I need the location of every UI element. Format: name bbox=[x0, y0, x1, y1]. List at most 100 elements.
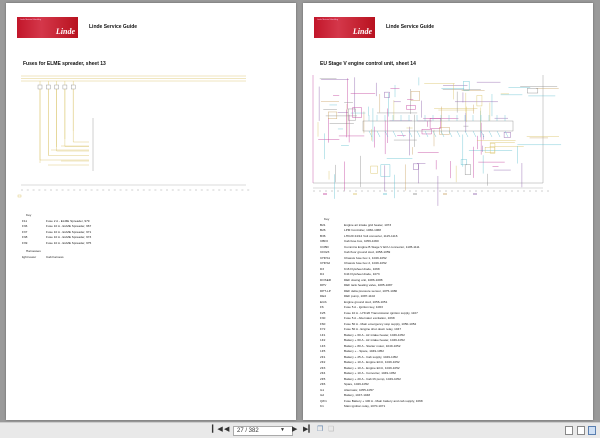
fuse-wiring-diagram bbox=[17, 75, 250, 198]
component bbox=[380, 164, 391, 177]
fuse-symbol bbox=[70, 84, 76, 90]
key-description: Battery + 60 A - Air intake heater, 1049… bbox=[344, 332, 405, 337]
key-code: 1F5 bbox=[320, 349, 326, 353]
key-code: B21 bbox=[320, 222, 326, 227]
key-code: F60 bbox=[320, 321, 326, 326]
fuse-symbol bbox=[37, 84, 43, 90]
key-row: K1 Main ignition relay, 1070-1071 bbox=[320, 404, 580, 410]
key-list: Key F11 Fuse 2 A - ELME Spreader, 979 F36 F… bbox=[22, 213, 282, 260]
key-code: F30 bbox=[320, 316, 326, 320]
single-page-view-icon[interactable] bbox=[565, 426, 573, 435]
key-code: 1F1 bbox=[320, 332, 326, 337]
pdf-toolbar: ▎◀ ◀ 27 / 382 ▼ ▶ ▶▎ ❐ ❏ bbox=[0, 422, 600, 438]
key-description: Fuse 5 A - Ignition key, 1063 bbox=[344, 305, 383, 309]
key-code: DPV bbox=[320, 283, 327, 287]
key-description: Fuse 2 A - ELME Spreader, 979 bbox=[46, 218, 90, 223]
key-description: DEF delta pressure sensor, 1075-1080 bbox=[344, 288, 398, 293]
key-description: Cab fuse box, 1059-1060 bbox=[344, 239, 379, 243]
component bbox=[412, 163, 419, 170]
last-page-icon[interactable]: ▶▎ bbox=[303, 426, 314, 434]
component bbox=[464, 164, 471, 175]
wire bbox=[504, 130, 509, 138]
copy-icon[interactable]: ❐ bbox=[317, 426, 323, 434]
key-description: Battery + 25 A - Cab supply, 1049-1052 bbox=[344, 354, 398, 359]
component bbox=[439, 127, 450, 135]
harness-row: light tower Cab harness bbox=[22, 255, 282, 261]
key-description: Main ignition relay, 1070-1071 bbox=[344, 404, 386, 408]
paste-icon[interactable]: ❏ bbox=[328, 426, 334, 434]
key-description: K44 Flywheel diode, 1073 bbox=[344, 272, 380, 276]
right-page: Linde Material Handling Linde Linde Serv… bbox=[303, 3, 593, 420]
key-code: DOSER bbox=[320, 277, 332, 282]
key-code: 2F2 bbox=[320, 360, 326, 364]
key-description: Fuse Battery + 100 A - Main battery and … bbox=[344, 398, 423, 403]
component bbox=[370, 165, 378, 174]
key-code: Q/F1 bbox=[320, 398, 327, 403]
key-code: CHFS1 bbox=[320, 255, 331, 260]
legend-swatch bbox=[17, 194, 22, 198]
key-description: Fuse 50 A - Main emergency stop supply, … bbox=[344, 321, 417, 326]
fuse-symbol bbox=[62, 84, 68, 90]
key-code: F38 bbox=[22, 235, 28, 239]
component bbox=[421, 129, 432, 135]
key-code: F72 bbox=[320, 327, 326, 331]
component bbox=[460, 159, 468, 166]
key-code: EGS bbox=[320, 299, 327, 304]
key-description: Battery + 10 A - Engine ECU, 1049-1052 bbox=[344, 360, 400, 364]
key-code: F25 bbox=[320, 310, 326, 315]
key-description: Engine air intake grid heater, 1073 bbox=[344, 222, 392, 227]
key-description: DEF pump, 1087-1102 bbox=[344, 294, 376, 298]
component bbox=[503, 132, 511, 138]
key-description: Cummins Engine B Stage V ECU connector, … bbox=[344, 244, 420, 249]
first-page-icon[interactable]: ▎◀ bbox=[212, 426, 223, 434]
key-code: F39 bbox=[22, 240, 28, 245]
harness-description: Cab harness bbox=[46, 254, 64, 259]
key-description: DEF tank heating valve, 1085-1087 bbox=[344, 283, 393, 287]
component bbox=[476, 95, 483, 107]
key-code: CCBD bbox=[320, 244, 329, 249]
key-code: DPT-LP bbox=[320, 288, 331, 293]
key-code: D3 bbox=[320, 266, 324, 271]
key-description: Fuse 10 A - ELME Spreader, 971 bbox=[46, 229, 92, 234]
two-page-view-icon[interactable] bbox=[588, 426, 596, 435]
key-row: F39 Fuse 10 A - ELME Spreader, 975 bbox=[22, 241, 282, 247]
component bbox=[327, 111, 338, 119]
key-description: Chassis fuse box 1, 1049-1052 bbox=[344, 255, 387, 260]
wire bbox=[472, 130, 477, 138]
key-code: CF023 bbox=[320, 250, 330, 254]
component bbox=[410, 91, 420, 101]
key-code: 2F3 bbox=[320, 365, 326, 370]
wire bbox=[480, 130, 485, 138]
wire bbox=[464, 130, 469, 138]
key-code: 1F2 bbox=[320, 338, 326, 342]
key-code: B36 bbox=[320, 233, 326, 238]
component bbox=[429, 118, 441, 129]
left-page: Linde Material Handling Linde Linde Serv… bbox=[6, 3, 296, 420]
fuse-symbol bbox=[54, 84, 59, 90]
wire bbox=[392, 130, 397, 138]
key-code: D4 bbox=[320, 272, 324, 276]
key-code: 2F5 bbox=[320, 376, 326, 381]
key-description: Fuse 10 A - ELME Spreader, 975 bbox=[46, 240, 92, 245]
wire bbox=[376, 130, 381, 138]
harness-code: light tower bbox=[22, 254, 37, 259]
wire bbox=[488, 130, 493, 138]
key-code: K1 bbox=[320, 404, 324, 408]
key-code: F11 bbox=[22, 218, 28, 223]
next-page-icon[interactable]: ▶ bbox=[292, 426, 297, 434]
key-description: Spare, 1049-1052 bbox=[344, 382, 369, 386]
key-description: Battery + - Spare, 1049-1052 bbox=[344, 349, 384, 353]
key-list: Key B21 Engine air intake grid heater, 10… bbox=[320, 217, 580, 410]
fuse-symbol bbox=[46, 84, 51, 90]
key-description: Fuse 10 A - ELME Spreader, 967 bbox=[46, 224, 92, 228]
key-description: LHC20 24/12 Volt converter, 1115-1116 bbox=[344, 233, 398, 238]
prev-page-icon[interactable]: ◀ bbox=[224, 426, 229, 434]
key-code: 2F6 bbox=[320, 382, 326, 386]
wire bbox=[432, 130, 437, 138]
key-description: K16 Flywheel diode, 1068 bbox=[344, 266, 380, 271]
key-description: Engine ground stud, 1056-1051 bbox=[344, 299, 388, 304]
continuous-view-icon[interactable] bbox=[577, 426, 585, 435]
page-dropdown-chevron-icon[interactable]: ▼ bbox=[280, 426, 285, 434]
key-code: F36 bbox=[22, 224, 28, 228]
key-description: Battery + 80 A - Starter motor, 1049-105… bbox=[344, 343, 401, 348]
